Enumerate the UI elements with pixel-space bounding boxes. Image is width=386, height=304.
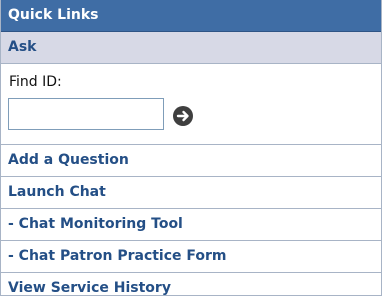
link-row-chat-monitoring: - Chat Monitoring Tool [1,209,381,241]
find-id-area: Find ID: [1,64,381,145]
quick-links-panel: Quick Links Ask Find ID: Add a Question … [0,0,382,296]
link-row-chat-practice: - Chat Patron Practice Form [1,241,381,273]
find-id-input[interactable] [8,98,164,130]
chat-patron-practice-form-link[interactable]: - Chat Patron Practice Form [8,248,227,264]
view-service-history-link[interactable]: View Service History [8,280,171,296]
go-button[interactable] [173,106,193,126]
ask-section-header: Ask [1,32,381,64]
link-row-launch-chat: Launch Chat [1,177,381,209]
chat-monitoring-tool-link[interactable]: - Chat Monitoring Tool [8,216,183,232]
find-id-label: Find ID: [9,74,62,90]
arrow-right-icon [176,110,189,122]
add-question-link[interactable]: Add a Question [8,152,129,168]
link-row-service-history: View Service History [1,273,381,304]
link-row-add-question: Add a Question [1,145,381,177]
quick-links-header: Quick Links [1,0,381,32]
launch-chat-link[interactable]: Launch Chat [8,184,106,200]
